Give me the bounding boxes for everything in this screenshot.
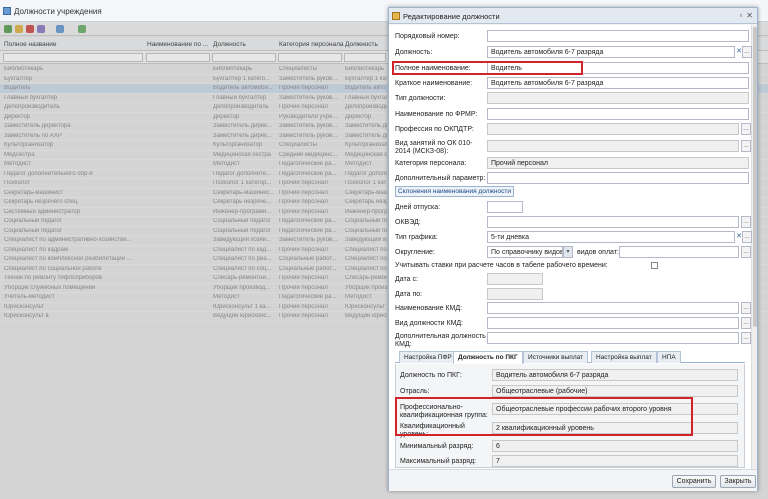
- rounding-label: Округление:: [395, 249, 435, 256]
- consider-rates-checkbox[interactable]: [651, 262, 658, 269]
- extra-param-input[interactable]: [487, 172, 749, 184]
- payment-types-label: видов оплат:: [577, 249, 619, 256]
- kmd-name-label: Наименование КМД:: [395, 305, 463, 312]
- tab-sources[interactable]: Источники выплат: [523, 351, 589, 363]
- frmr-input[interactable]: [487, 108, 749, 120]
- dialog-footer: Сохранить Закрыть: [389, 469, 757, 491]
- tab-payments[interactable]: Настройка выплат: [591, 351, 657, 363]
- tab-npa[interactable]: НПА: [657, 351, 681, 363]
- frmr-label: Наименование по ФРМР:: [395, 111, 478, 118]
- position-type-label: Тип должности:: [395, 95, 446, 102]
- close-button[interactable]: Закрыть: [720, 475, 756, 488]
- lookup-icon[interactable]: …: [741, 140, 751, 152]
- close-icon[interactable]: ✕: [746, 11, 753, 20]
- lookup-icon[interactable]: …: [742, 231, 752, 243]
- max-grade-input[interactable]: 7: [492, 455, 738, 467]
- okz-label: Вид занятий по ОК 010-2014 (МСКЗ-08):: [395, 140, 473, 155]
- okpdtr-input[interactable]: [487, 123, 739, 135]
- dialog-title-bar: Редактирование должности ▫ ✕: [389, 8, 757, 24]
- max-grade-label: Максимальный разряд:: [400, 458, 477, 465]
- consider-rates-label: Учитывать ставки при расчете часов в таб…: [395, 262, 608, 269]
- order-number-input[interactable]: [487, 30, 749, 42]
- kmd-type-input[interactable]: [487, 317, 739, 329]
- date-to-label: Дата по:: [395, 291, 423, 298]
- vacation-days-input[interactable]: [487, 201, 523, 213]
- kmd-name-input[interactable]: [487, 302, 739, 314]
- position-label: Должность:: [395, 49, 433, 56]
- pencil-icon: [392, 12, 400, 20]
- highlight-pkg-group: [395, 397, 693, 436]
- schedule-type-label: Тип графика:: [395, 234, 438, 241]
- maximize-icon[interactable]: ▫: [739, 11, 742, 20]
- lookup-icon[interactable]: …: [741, 317, 751, 329]
- pkg-position-input[interactable]: Водитель автомобиля 6-7 разряда: [492, 369, 738, 381]
- order-number-label: Порядковый номер:: [395, 33, 460, 40]
- dialog-body: Порядковый номер: Должность: Водитель ав…: [389, 25, 757, 469]
- date-from-label: Дата с:: [395, 276, 418, 283]
- pkg-position-label: Должность по ПКГ:: [400, 372, 462, 379]
- industry-input[interactable]: Общеотраслевые (рабочие): [492, 385, 738, 397]
- schedule-type-input[interactable]: 5-ти дневка: [487, 231, 735, 243]
- kmd-type-label: Вид должности КМД:: [395, 320, 464, 327]
- payment-types-input[interactable]: [619, 246, 739, 258]
- okved-label: ОКВЭД:: [395, 219, 421, 226]
- date-from-input[interactable]: [487, 273, 543, 285]
- tab-pfr[interactable]: Настройка ПФР: [399, 351, 457, 363]
- chevron-down-icon[interactable]: ▾: [563, 246, 573, 258]
- staff-category-input[interactable]: Прочий персонал: [487, 157, 749, 169]
- min-grade-input[interactable]: 6: [492, 440, 738, 452]
- list-title: Должности учреждения: [14, 7, 102, 16]
- kmd-extra-input[interactable]: [487, 332, 739, 344]
- okz-input[interactable]: [487, 140, 739, 152]
- position-input[interactable]: Водитель автомобиля 6-7 разряда: [487, 46, 735, 58]
- edit-position-dialog: Редактирование должности ▫ ✕ Порядковый н…: [388, 7, 758, 491]
- tab-strip: Настройка ПФР Должность по ПКГ Источники…: [395, 351, 745, 364]
- okpdtr-label: Профессия по ОКПДТР:: [395, 126, 474, 133]
- lookup-icon[interactable]: …: [741, 332, 751, 344]
- short-name-label: Краткое наименование:: [395, 80, 473, 87]
- declension-button[interactable]: Склонения наименования должности: [395, 186, 514, 197]
- dialog-title: Редактирование должности: [403, 12, 500, 21]
- staff-category-label: Категория персонала:: [395, 160, 467, 167]
- lookup-icon[interactable]: …: [742, 46, 752, 58]
- rounding-select[interactable]: По справочнику видов о: [487, 246, 563, 258]
- okved-input[interactable]: [487, 216, 739, 228]
- industry-label: Отрасль:: [400, 388, 430, 395]
- kmd-extra-label: Дополнительная должность КМД:: [395, 333, 486, 348]
- save-button[interactable]: Сохранить: [672, 475, 716, 488]
- window-icon: [3, 7, 11, 15]
- lookup-icon[interactable]: …: [741, 216, 751, 228]
- date-to-input[interactable]: [487, 288, 543, 300]
- lookup-icon[interactable]: …: [741, 302, 751, 314]
- position-type-input[interactable]: [487, 92, 749, 104]
- vertical-scrollbar[interactable]: [751, 25, 757, 469]
- tab-pkg[interactable]: Должность по ПКГ: [453, 351, 523, 364]
- extra-param-label: Дополнительный параметр:: [395, 175, 486, 182]
- lookup-icon[interactable]: …: [741, 123, 751, 135]
- highlight-full-name: [392, 61, 583, 75]
- vacation-days-label: Дней отпуска:: [395, 204, 441, 211]
- min-grade-label: Минимальный разряд:: [400, 443, 474, 450]
- lookup-icon[interactable]: …: [741, 246, 751, 258]
- short-name-input[interactable]: Водитель автомобиля 6-7 разряда: [487, 77, 749, 89]
